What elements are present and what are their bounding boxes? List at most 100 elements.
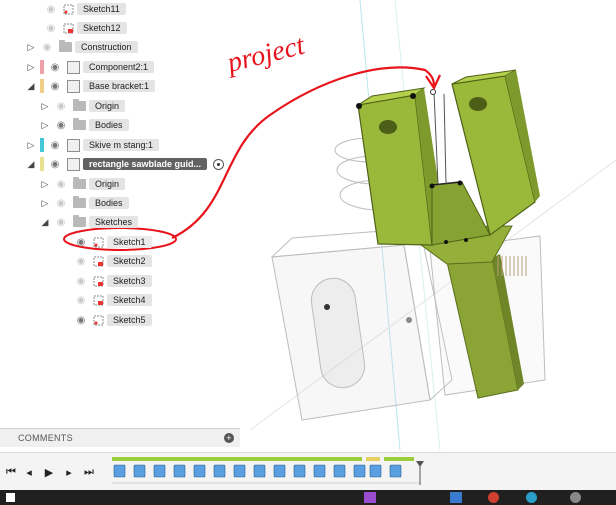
expand-arrow-icon[interactable]: ▷ (26, 42, 36, 53)
eye-icon[interactable]: ◉ (48, 159, 62, 170)
eye-icon[interactable]: ◉ (48, 62, 62, 73)
model-viewport[interactable]: project ◉ Sketch11 ◉ Sketch12 ▷ ◉ Constr… (0, 0, 616, 452)
app-taskbar-icon[interactable] (526, 492, 537, 503)
app-taskbar-icon[interactable] (570, 492, 581, 503)
tree-item-component2[interactable]: ▷ ◉ Component2:1 (26, 58, 155, 76)
folder-icon (73, 99, 86, 111)
tree-item-label: Base bracket:1 (83, 80, 156, 92)
app-taskbar-icon[interactable] (450, 492, 462, 503)
sketch-icon (93, 237, 104, 248)
expand-arrow-icon[interactable]: ▷ (40, 198, 50, 209)
folder-icon (59, 40, 72, 52)
component-icon (67, 157, 80, 171)
tree-item-origin[interactable]: ▷ ◉ Origin (40, 97, 126, 115)
sketch-locked-icon (93, 295, 104, 306)
eye-icon[interactable]: ◉ (54, 217, 68, 228)
tree-item-label: Sketch5 (107, 314, 152, 326)
tree-item-label: Sketch3 (107, 275, 152, 287)
activate-radio-icon[interactable] (213, 158, 225, 170)
folder-icon (73, 118, 86, 130)
tree-item-origin-2[interactable]: ▷ ◉ Origin (40, 175, 126, 193)
comments-panel[interactable]: COMMENTS + (0, 428, 240, 447)
expand-arrow-icon[interactable]: ▷ (26, 62, 36, 73)
tree-item-sketch11[interactable]: ◉ Sketch11 (40, 0, 126, 18)
eye-icon[interactable]: ◉ (48, 140, 62, 151)
step-forward-icon[interactable]: ▸ (62, 465, 76, 479)
sketch-locked-icon (63, 23, 74, 34)
tree-item-sketch3[interactable]: ◉ Sketch3 (70, 272, 152, 290)
go-to-end-icon[interactable]: ⏭ (82, 465, 96, 479)
sketch-icon (63, 4, 74, 15)
tree-item-label: Construction (75, 41, 138, 53)
tree-item-sketch12[interactable]: ◉ Sketch12 (40, 19, 127, 37)
tree-item-skive[interactable]: ▷ ◉ Skive m stang:1 (26, 136, 160, 154)
add-comment-icon[interactable]: + (224, 433, 234, 443)
folder-icon (73, 196, 86, 208)
folder-icon (73, 177, 86, 189)
tree-item-label: Component2:1 (83, 61, 155, 73)
tree-item-sketch2[interactable]: ◉ Sketch2 (70, 252, 152, 270)
tree-item-label: Sketch12 (77, 22, 127, 34)
expand-arrow-icon[interactable]: ▷ (40, 101, 50, 112)
sketch-icon (93, 315, 104, 326)
tree-item-label: Sketch4 (107, 294, 152, 306)
tree-item-label: Skive m stang:1 (83, 139, 160, 151)
tree-item-sketches[interactable]: ◢ ◉ Sketches (40, 213, 139, 231)
eye-icon[interactable]: ◉ (54, 101, 68, 112)
tree-item-bodies[interactable]: ▷ ◉ Bodies (40, 116, 129, 134)
folder-icon (73, 215, 86, 227)
eye-icon[interactable]: ◉ (40, 42, 54, 53)
tree-item-label: rectangle sawblade guid... (83, 158, 208, 170)
tree-item-rectangle-sawblade-guide[interactable]: ◢ ◉ rectangle sawblade guid... (26, 155, 225, 173)
sketch-locked-icon (93, 276, 104, 287)
eye-icon[interactable]: ◉ (74, 276, 88, 287)
eye-icon[interactable]: ◉ (74, 315, 88, 326)
comments-label: COMMENTS (18, 433, 73, 443)
app-taskbar-icon[interactable] (364, 492, 376, 503)
eye-icon[interactable]: ◉ (74, 295, 88, 306)
tree-item-sketch1[interactable]: ◉ Sketch1 (70, 233, 152, 251)
eye-icon[interactable]: ◉ (54, 198, 68, 209)
app-taskbar-icon[interactable] (488, 492, 499, 503)
tree-item-label: Sketch2 (107, 255, 152, 267)
component-icon (67, 138, 80, 152)
eye-icon[interactable]: ◉ (74, 256, 88, 267)
step-back-icon[interactable]: ◂ (22, 465, 36, 479)
tree-item-construction[interactable]: ▷ ◉ Construction (26, 38, 138, 56)
tree-item-label: Bodies (89, 197, 129, 209)
component-color-chip (40, 79, 44, 93)
eye-icon[interactable]: ◉ (44, 4, 58, 15)
tree-item-label: Sketch11 (77, 3, 126, 15)
tree-item-label: Origin (89, 100, 126, 112)
expand-arrow-icon[interactable]: ▷ (40, 120, 50, 131)
collapse-arrow-icon[interactable]: ◢ (26, 159, 36, 170)
eye-icon[interactable]: ◉ (48, 81, 62, 92)
component-color-chip (40, 60, 44, 74)
expand-arrow-icon[interactable]: ▷ (26, 140, 36, 151)
collapse-arrow-icon[interactable]: ◢ (26, 81, 36, 92)
component-color-chip (40, 157, 44, 171)
tree-item-sketch4[interactable]: ◉ Sketch4 (70, 291, 152, 309)
tree-item-label: Bodies (89, 119, 129, 131)
timeline-bar[interactable]: ⏮ ◂ ▶ ▸ ⏭ (0, 452, 616, 491)
tree-item-label: Sketch1 (107, 236, 152, 248)
tree-item-bodies-2[interactable]: ▷ ◉ Bodies (40, 194, 129, 212)
collapse-arrow-icon[interactable]: ◢ (40, 217, 50, 228)
component-color-chip (40, 138, 44, 152)
windows-start-icon[interactable] (6, 493, 15, 502)
eye-icon[interactable]: ◉ (74, 237, 88, 248)
browser-tree: ◉ Sketch11 ◉ Sketch12 ▷ ◉ Construction ▷… (0, 0, 250, 335)
eye-icon[interactable]: ◉ (54, 120, 68, 131)
go-to-start-icon[interactable]: ⏮ (4, 465, 18, 479)
play-icon[interactable]: ▶ (42, 465, 56, 479)
tree-item-label: Origin (89, 178, 126, 190)
os-taskbar (0, 490, 616, 505)
timeline-features[interactable] (108, 453, 428, 491)
tree-item-base-bracket[interactable]: ◢ ◉ Base bracket:1 (26, 77, 156, 95)
eye-icon[interactable]: ◉ (54, 179, 68, 190)
tree-item-sketch5[interactable]: ◉ Sketch5 (70, 311, 152, 329)
tree-item-label: Sketches (89, 216, 139, 228)
component-icon (67, 60, 80, 74)
eye-icon[interactable]: ◉ (44, 23, 58, 34)
expand-arrow-icon[interactable]: ▷ (40, 179, 50, 190)
